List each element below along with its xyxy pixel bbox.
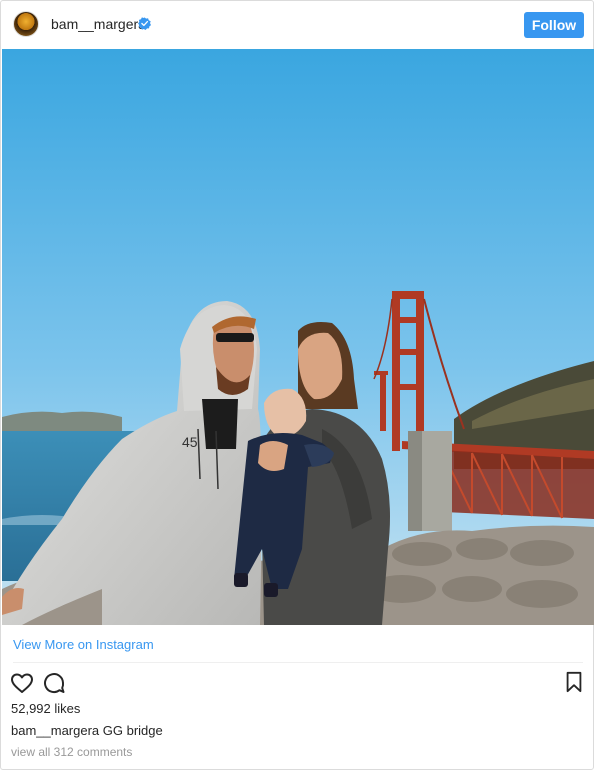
instagram-embed-card: bam__margera Follow 45 View More on Inst… — [0, 0, 594, 770]
view-comments-link[interactable]: view all 312 comments — [11, 745, 132, 759]
post-photo[interactable]: 45 — [2, 49, 594, 625]
heart-icon[interactable] — [10, 671, 34, 695]
avatar[interactable] — [13, 11, 39, 37]
caption-username[interactable]: bam__margera — [11, 723, 99, 738]
caption: bam__margera GG bridge — [11, 723, 163, 738]
post-photo-image: 45 — [2, 49, 594, 625]
likes-count[interactable]: 52,992 likes — [11, 701, 80, 716]
comment-icon[interactable] — [42, 671, 66, 695]
post-header: bam__margera Follow — [1, 1, 593, 48]
caption-text: GG bridge — [99, 723, 163, 738]
svg-text:45: 45 — [182, 434, 198, 450]
username-link[interactable]: bam__margera — [51, 16, 146, 32]
view-more-link[interactable]: View More on Instagram — [13, 637, 154, 652]
follow-button[interactable]: Follow — [524, 12, 584, 38]
bookmark-icon[interactable] — [563, 671, 585, 693]
divider — [13, 662, 583, 663]
verified-badge-icon — [138, 17, 151, 30]
